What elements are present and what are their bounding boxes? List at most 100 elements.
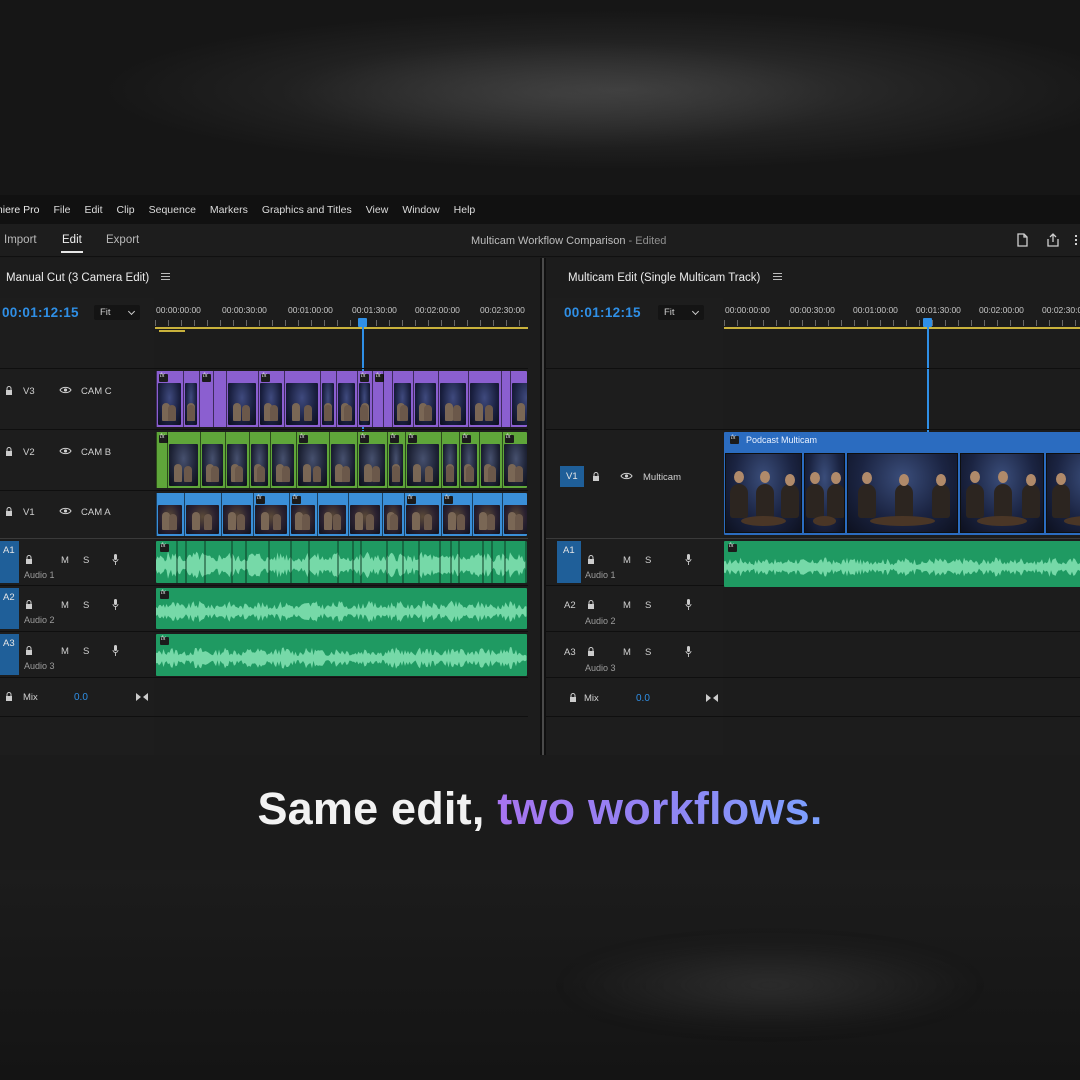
fx-badge-icon (292, 495, 301, 504)
right-timecode[interactable]: 00:01:12:15 (564, 305, 641, 320)
target-a1[interactable]: A1 (557, 541, 581, 583)
target-a2[interactable]: A2 (0, 588, 19, 629)
solo-button[interactable]: S (83, 600, 89, 611)
audio-waveform (156, 541, 527, 583)
microphone-icon[interactable] (112, 599, 119, 610)
menu-file[interactable]: File (54, 204, 71, 216)
lock-icon[interactable] (587, 555, 595, 564)
clip-segment[interactable] (213, 371, 226, 427)
audio-meter-toggle-icon[interactable] (136, 693, 148, 701)
lock-icon[interactable] (25, 646, 33, 655)
right-time-ruler[interactable]: 00:00:00:00 00:00:30:00 00:01:00:00 00:0… (724, 298, 1080, 329)
clip-segment[interactable] (501, 371, 510, 427)
work-area-bar[interactable] (724, 327, 1080, 329)
left-panel-title: Manual Cut (3 Camera Edit) (6, 272, 171, 284)
audio-1-clip[interactable] (156, 541, 527, 583)
right-zoom-select[interactable]: Fit (658, 305, 704, 320)
lock-icon[interactable] (587, 647, 595, 656)
menu-edit[interactable]: Edit (84, 204, 102, 216)
menu-markers[interactable]: Markers (210, 204, 248, 216)
tab-edit[interactable]: Edit (62, 234, 82, 246)
right-track-headers (546, 298, 723, 755)
lock-icon[interactable] (587, 600, 595, 609)
headline-caption: Same edit, two workflows. (0, 783, 1080, 835)
fx-badge-icon (390, 434, 399, 443)
cam-b-clips[interactable] (156, 432, 527, 488)
lock-icon[interactable] (5, 447, 13, 456)
track-id-a3[interactable]: A3 (564, 647, 576, 658)
left-timecode[interactable]: 00:01:12:15 (2, 305, 79, 320)
lock-icon[interactable] (5, 507, 13, 516)
audio-3-clip[interactable] (156, 634, 527, 676)
lock-icon[interactable] (5, 692, 13, 701)
solo-button[interactable]: S (645, 555, 651, 566)
solo-button[interactable]: S (645, 647, 651, 658)
track-separator (546, 631, 1080, 632)
menu-help[interactable]: Help (454, 204, 476, 216)
lock-icon[interactable] (25, 600, 33, 609)
solo-button[interactable]: S (645, 600, 651, 611)
share-icon[interactable] (1045, 232, 1061, 248)
menu-app-name[interactable]: miere Pro (0, 204, 40, 216)
cam-a-clips[interactable] (156, 493, 527, 536)
clip-thumbnail (443, 505, 470, 534)
mute-button[interactable]: M (623, 647, 631, 658)
menu-window[interactable]: Window (402, 204, 439, 216)
panel-menu-icon[interactable] (161, 273, 171, 280)
eye-icon[interactable] (620, 472, 633, 480)
ruler-label: 00:02:00:00 (415, 305, 460, 315)
menu-sequence[interactable]: Sequence (149, 204, 196, 216)
fx-badge-icon (444, 495, 453, 504)
left-playhead-handle[interactable] (358, 318, 367, 327)
target-v1[interactable]: V1 (560, 466, 584, 487)
solo-button[interactable]: S (83, 646, 89, 657)
lock-icon[interactable] (592, 472, 600, 481)
more-icon[interactable] (1072, 232, 1080, 248)
clip-thumbnail (331, 444, 355, 486)
lock-icon[interactable] (569, 693, 577, 702)
clip-segment[interactable] (383, 371, 392, 427)
clip-thumbnail (394, 383, 411, 425)
clip-thumbnail (359, 444, 385, 486)
lock-icon[interactable] (5, 386, 13, 395)
audio-2-clip[interactable] (156, 588, 527, 629)
mix-volume-value[interactable]: 0.0 (636, 693, 650, 704)
microphone-icon[interactable] (112, 554, 119, 565)
eye-icon[interactable] (59, 447, 72, 455)
lock-icon[interactable] (25, 555, 33, 564)
solo-button[interactable]: S (83, 555, 89, 566)
microphone-icon[interactable] (685, 646, 692, 657)
left-time-ruler[interactable]: 00:00:00:00 00:00:30:00 00:01:00:00 00:0… (155, 298, 528, 332)
left-zoom-select[interactable]: Fit (94, 305, 140, 320)
mute-button[interactable]: M (61, 600, 69, 611)
target-a1[interactable]: A1 (0, 541, 19, 583)
mute-button[interactable]: M (61, 555, 69, 566)
cam-c-clips[interactable] (156, 371, 527, 427)
work-area-bar[interactable] (155, 327, 528, 329)
microphone-icon[interactable] (112, 645, 119, 656)
eye-icon[interactable] (59, 386, 72, 394)
target-a3[interactable]: A3 (0, 634, 19, 675)
mix-volume-value[interactable]: 0.0 (74, 692, 88, 703)
microphone-icon[interactable] (685, 554, 692, 565)
menu-graphics-and-titles[interactable]: Graphics and Titles (262, 204, 352, 216)
fx-badge-icon (408, 434, 417, 443)
panel-menu-icon[interactable] (772, 273, 782, 280)
mute-button[interactable]: M (623, 555, 631, 566)
track-name-audio-2: Audio 2 (24, 615, 55, 625)
mute-button[interactable]: M (623, 600, 631, 611)
podcast-multicam-clip[interactable]: Podcast Multicam (724, 432, 1080, 535)
menu-clip[interactable]: Clip (117, 204, 135, 216)
tab-export[interactable]: Export (106, 234, 139, 246)
right-playhead-handle[interactable] (923, 318, 932, 327)
audio-1-clip[interactable] (724, 541, 1080, 587)
eye-icon[interactable] (59, 507, 72, 515)
menu-view[interactable]: View (366, 204, 389, 216)
microphone-icon[interactable] (685, 599, 692, 610)
track-id-a2[interactable]: A2 (564, 600, 576, 611)
document-icon[interactable] (1014, 232, 1030, 248)
tab-import[interactable]: Import (4, 234, 37, 246)
audio-meter-toggle-icon[interactable] (706, 694, 718, 702)
ruler-label: 00:01:30:00 (352, 305, 397, 315)
mute-button[interactable]: M (61, 646, 69, 657)
